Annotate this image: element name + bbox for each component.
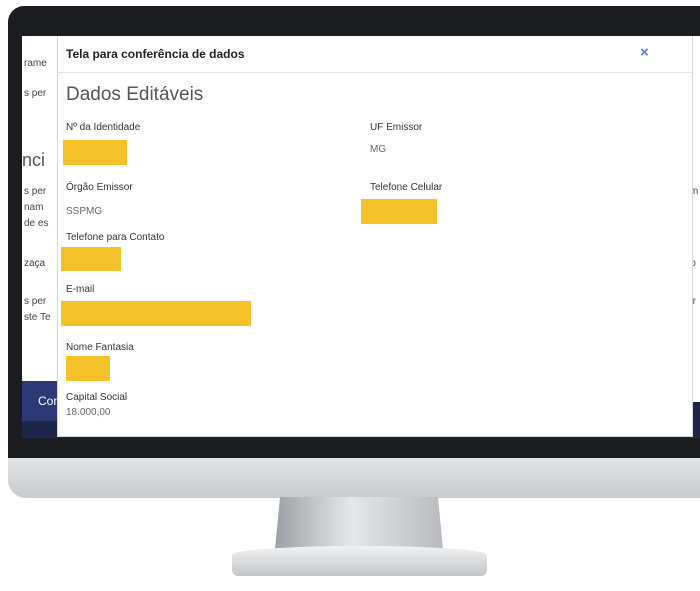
share-capital-value: 18.000,00 (66, 407, 111, 418)
background-text: de es (24, 218, 49, 229)
mobile-phone-label: Telefone Celular (370, 182, 443, 193)
issuing-state-label: UF Emissor (370, 122, 423, 133)
identity-number-label: Nº da Identidade (66, 122, 141, 133)
background-text: s per (24, 88, 47, 99)
trade-name-label: Nome Fantasia (66, 342, 134, 353)
email-label: E-mail (66, 284, 95, 295)
monitor-stand-base (232, 546, 487, 576)
background-text: s per (24, 186, 47, 197)
section-title: Dados Editáveis (66, 84, 204, 105)
data-review-modal: Tela para conferência de dados × Dados E… (58, 36, 692, 436)
contact-phone-label: Telefone para Contato (66, 232, 165, 243)
email-redaction (61, 301, 251, 326)
share-capital-label: Capital Social (66, 392, 128, 403)
background-text: nam (24, 202, 44, 213)
monitor-screen: rame s per nci s per nam de es zaça s pe… (22, 36, 700, 438)
background-text: zaça (24, 258, 46, 269)
background-heading: nci (22, 150, 46, 170)
mobile-phone-redaction (361, 199, 437, 224)
background-text: s per (24, 296, 47, 307)
background-text: rame (24, 58, 47, 69)
issuing-agency-value: SSPMG (66, 206, 103, 217)
identity-number-redaction (63, 140, 127, 165)
contact-phone-redaction (61, 247, 121, 271)
monitor-stand-neck (275, 497, 443, 549)
trade-name-redaction (66, 356, 110, 381)
monitor-chin (8, 458, 700, 498)
issuing-agency-label: Órgão Emissor (66, 182, 133, 193)
close-icon[interactable]: × (640, 44, 649, 61)
modal-title: Tela para conferência de dados (66, 47, 245, 61)
modal-header: Tela para conferência de dados × (58, 36, 692, 73)
issuing-state-value: MG (370, 144, 387, 155)
background-text: ste Te (24, 312, 51, 323)
